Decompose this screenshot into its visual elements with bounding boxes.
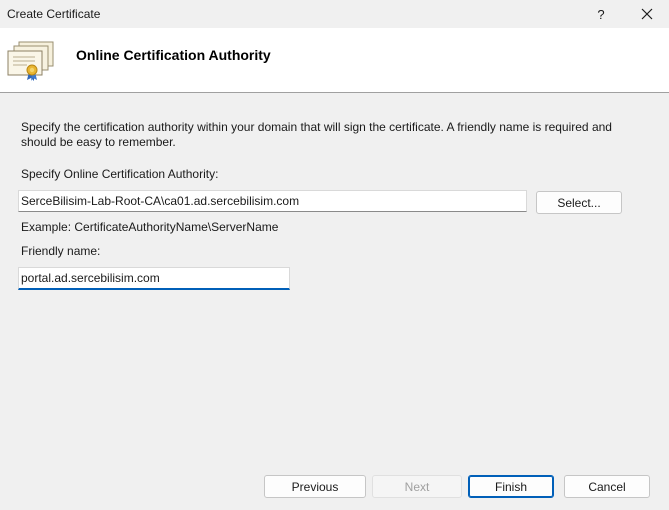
description-text: Specify the certification authority with… (21, 120, 612, 149)
header-banner: Online Certification Authority (0, 28, 669, 93)
title-bar[interactable]: Create Certificate ? (0, 0, 669, 28)
finish-button[interactable]: Finish (468, 475, 554, 498)
certificate-icon (7, 41, 54, 81)
ca-label: Specify Online Certification Authority: (21, 167, 219, 181)
close-button[interactable] (625, 0, 669, 28)
create-certificate-dialog: Create Certificate ? Online Certificatio… (0, 0, 669, 510)
help-button[interactable]: ? (579, 0, 623, 28)
select-button[interactable]: Select... (536, 191, 622, 214)
friendly-name-label: Friendly name: (21, 244, 101, 258)
previous-button[interactable]: Previous (264, 475, 366, 498)
friendly-name-input[interactable] (18, 267, 290, 290)
next-button: Next (372, 475, 462, 498)
cancel-button[interactable]: Cancel (564, 475, 650, 498)
ca-input[interactable] (18, 190, 527, 212)
example-text: Example: CertificateAuthorityName\Server… (21, 220, 279, 234)
page-title: Online Certification Authority (76, 47, 271, 63)
close-icon (641, 8, 653, 20)
window-title: Create Certificate (7, 7, 101, 21)
